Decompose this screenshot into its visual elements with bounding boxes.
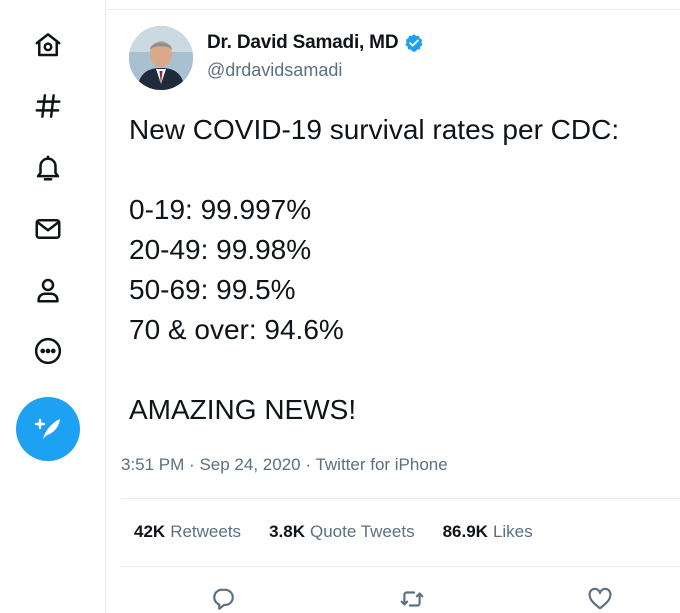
verified-badge-icon: [405, 34, 423, 52]
reply-icon: [213, 588, 234, 610]
quote-tweets-label: Quote Tweets: [309, 522, 415, 541]
more-icon[interactable]: [30, 333, 66, 369]
tweet-text: New COVID-19 survival rates per CDC: 0-1…: [129, 110, 679, 430]
tweet-detail: Dr. David Samadi, MD @drdavidsamadi New …: [107, 0, 680, 613]
retweets-stat[interactable]: 42K Retweets: [134, 522, 241, 542]
retweets-count: 42K: [134, 522, 166, 541]
author-handle[interactable]: @drdavidsamadi: [207, 60, 342, 81]
divider: [121, 566, 680, 567]
quote-tweets-count: 3.8K: [269, 522, 305, 541]
tweet-text-line: 50-69: 99.5%: [129, 274, 296, 305]
author-name[interactable]: Dr. David Samadi, MD: [207, 32, 399, 54]
home-icon[interactable]: [30, 27, 66, 63]
divider: [121, 498, 680, 499]
tweet-text-line: New COVID-19 survival rates per CDC:: [129, 114, 620, 145]
explore-icon[interactable]: [30, 88, 66, 124]
reply-button[interactable]: [208, 584, 238, 613]
tweet-stats: 42K Retweets 3.8K Quote Tweets 86.9K Likes: [134, 522, 533, 542]
quote-tweets-stat[interactable]: 3.8K Quote Tweets: [269, 522, 415, 542]
compose-tweet-icon: [34, 418, 60, 439]
divider: [107, 9, 680, 10]
like-icon: [588, 587, 612, 610]
likes-stat[interactable]: 86.9K Likes: [443, 522, 533, 542]
likes-count: 86.9K: [442, 522, 488, 541]
meta-separator: ·: [305, 455, 312, 474]
avatar[interactable]: [129, 26, 193, 90]
tweet-text-line: [129, 150, 679, 190]
sidebar-nav: [0, 0, 106, 613]
tweet-text-line: AMAZING NEWS!: [129, 394, 357, 425]
messages-icon[interactable]: [30, 211, 66, 247]
tweet-text-line: [129, 350, 679, 390]
notifications-icon[interactable]: [30, 150, 66, 186]
retweets-label: Retweets: [170, 522, 242, 541]
tweet-date[interactable]: Sep 24, 2020: [199, 455, 300, 474]
tweet-text-line: 0-19: 99.997%: [129, 194, 312, 225]
retweet-icon: [400, 591, 424, 607]
like-button[interactable]: [585, 584, 615, 613]
compose-tweet-button[interactable]: [16, 397, 80, 461]
tweet-source[interactable]: Twitter for iPhone: [315, 455, 447, 474]
tweet-time[interactable]: 3:51 PM: [121, 455, 184, 474]
retweet-button[interactable]: [397, 584, 427, 613]
tweet-text-line: 20-49: 99.98%: [129, 234, 312, 265]
author-name-row[interactable]: Dr. David Samadi, MD: [207, 32, 424, 54]
meta-separator: ·: [189, 455, 195, 474]
likes-label: Likes: [492, 522, 533, 541]
profile-icon[interactable]: [30, 272, 66, 308]
tweet-meta: 3:51 PM · Sep 24, 2020 · Twitter for iPh…: [121, 455, 448, 475]
tweet-text-line: 70 & over: 94.6%: [129, 314, 344, 345]
